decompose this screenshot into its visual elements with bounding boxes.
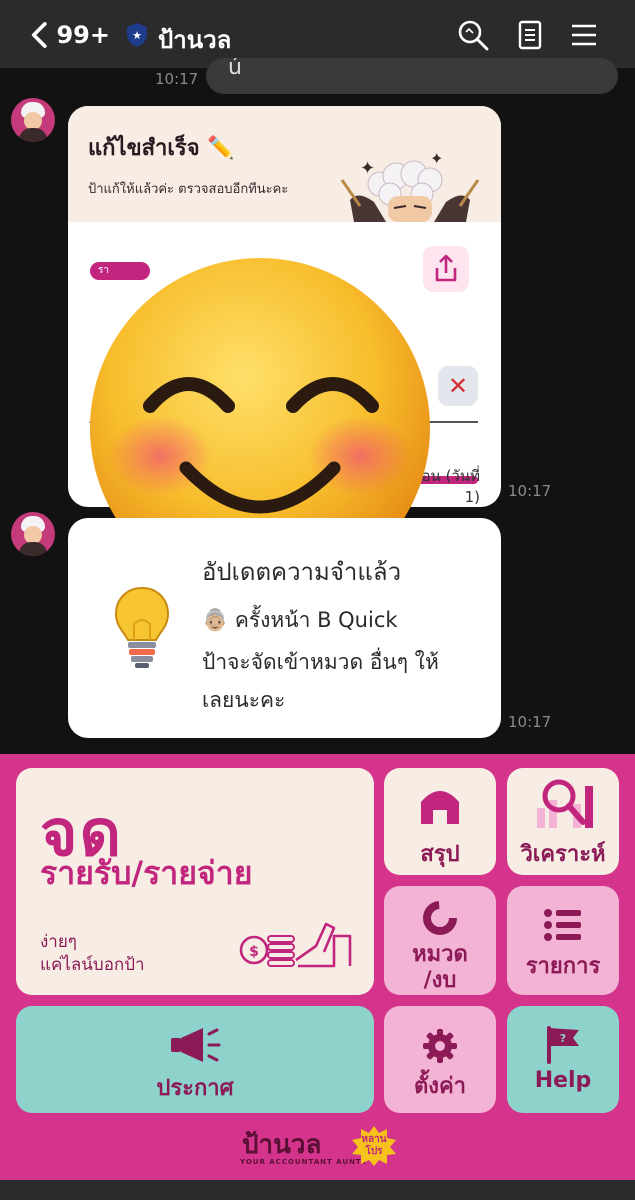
svg-text:?: ? — [560, 1032, 566, 1045]
record-hint: แค่ไลน์บอกป้า — [40, 955, 145, 975]
settings-button[interactable]: ตั้งค่า — [384, 1006, 496, 1113]
summary-button[interactable]: สรุป — [384, 768, 496, 875]
card-body-line: เลยนะคะ — [202, 688, 286, 712]
list-icon — [544, 909, 581, 941]
summary-label: สรุป — [420, 842, 460, 867]
lightbulb-icon — [114, 586, 170, 668]
list-label: รายการ — [525, 954, 601, 979]
budget-label: /งบ — [423, 968, 457, 993]
chat-title: ป้านวล — [158, 26, 232, 54]
analyze-label: วิเคราะห์ — [520, 842, 606, 867]
remove-button[interactable]: ✕ — [438, 366, 478, 406]
svg-text:$: $ — [249, 944, 259, 960]
svg-text:✦: ✦ — [430, 150, 443, 168]
card-body-line: ป้าจะจัดเข้าหมวด อื่นๆ ให้ — [202, 650, 439, 674]
pie-chart-icon — [423, 901, 457, 935]
card-title: แก้ไขสำเร็จ ✏️ — [88, 136, 235, 161]
svg-text:★: ★ — [132, 29, 142, 42]
message-time: 10:17 — [508, 713, 552, 731]
settings-label: ตั้งค่า — [413, 1074, 467, 1099]
megaphone-icon — [171, 1028, 221, 1062]
chevron-left-icon — [31, 22, 47, 48]
menu-button[interactable] — [567, 18, 601, 52]
menu-icon — [572, 24, 596, 46]
brand-tagline: YOUR ACCOUNTANT AUNTY — [240, 1158, 368, 1166]
home-icon — [421, 791, 459, 824]
home-indicator-bar — [0, 1180, 635, 1200]
message-time: 10:17 — [508, 482, 552, 500]
message-time: 10:17 — [155, 70, 199, 88]
announcement-button[interactable]: ประกาศ — [16, 1006, 374, 1113]
help-label: Help — [534, 1068, 592, 1093]
rich-menu: จด รายรับ/รายจ่าย ง่ายๆ แค่ไลน์บอกป้า $ … — [0, 754, 635, 1180]
sent-message-bubble: ú — [206, 58, 618, 94]
category-budget-button[interactable]: หมวด /งบ — [384, 886, 496, 995]
search-icon — [458, 20, 489, 51]
transactions-list-button[interactable]: รายการ — [507, 886, 619, 995]
notes-button[interactable] — [513, 18, 547, 52]
back-button[interactable]: 99+ — [30, 18, 110, 52]
analyze-button[interactable]: วิเคราะห์ — [507, 768, 619, 875]
avatar[interactable] — [11, 98, 55, 142]
gear-icon — [423, 1029, 457, 1063]
unread-count: 99+ — [56, 21, 110, 49]
card-title: อัปเดตความจำแล้ว — [202, 558, 402, 586]
help-flag-icon: ? — [547, 1026, 579, 1064]
card-header: แก้ไขสำเร็จ ✏️ ป้าแก้ให้แล้วค่ะ ตรวจสอบอ… — [68, 106, 501, 222]
record-subtitle: รายรับ/รายจ่าย — [40, 854, 253, 892]
memory-updated-card: อัปเดตความจำแล้ว 👵🏼 ครั้งหน้า B Quick ป้… — [68, 518, 501, 738]
coins-hand-icon: $ — [239, 922, 352, 968]
chat-area[interactable]: ú 10:17 แก้ไขสำเร็จ ✏️ ป้าแก้ให้แล้วค่ะ … — [0, 58, 635, 754]
avatar[interactable] — [11, 512, 55, 556]
note-icon — [518, 20, 542, 50]
record-income-expense-button[interactable]: จด รายรับ/รายจ่าย ง่ายๆ แค่ไลน์บอกป้า $ — [16, 768, 374, 995]
help-button[interactable]: ? Help — [507, 1006, 619, 1113]
shield-star-icon: ★ — [127, 23, 147, 47]
card-subtitle: ป้าแก้ให้แล้วค่ะ ตรวจสอบอีกทีนะคะ — [88, 182, 289, 197]
announcement-label: ประกาศ — [156, 1076, 234, 1101]
aunty-illustration: ✦ ✦ — [340, 150, 480, 222]
card-body-line: 👵🏼 ครั้งหน้า B Quick — [202, 608, 398, 632]
brand-badge-text: หลานโปร — [361, 1134, 387, 1157]
analyze-magnifier-icon — [537, 779, 593, 828]
search-button[interactable] — [456, 18, 490, 52]
